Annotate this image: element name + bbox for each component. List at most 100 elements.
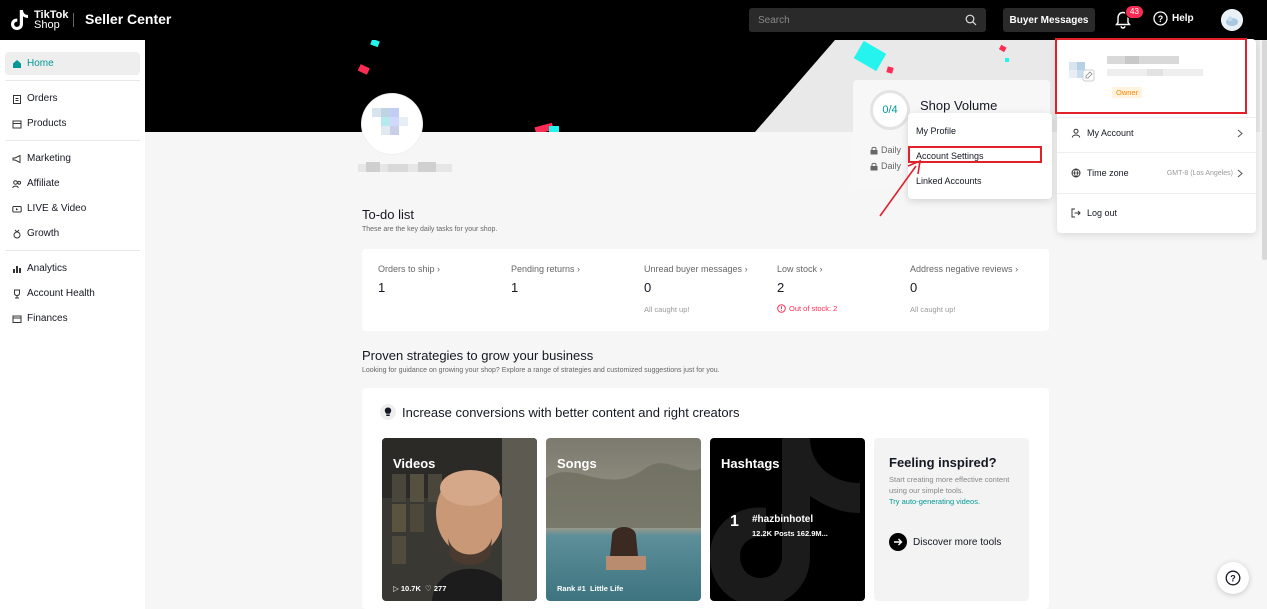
tiktok-logo-icon (11, 10, 28, 30)
chevron-right-icon (1237, 169, 1243, 177)
floating-help-button[interactable]: ? (1217, 562, 1249, 594)
tile-hashtags[interactable]: Hashtags 1 #hazbinhotel 12.2K Posts 162.… (710, 438, 865, 601)
user-avatar[interactable] (1221, 9, 1243, 31)
sidebar-item-affiliate[interactable]: Affiliate (5, 172, 140, 195)
account-divider (1057, 193, 1256, 194)
todo-warning: Out of stock: 2 (777, 304, 837, 313)
logo-text: TikTok Shop (34, 9, 69, 31)
sidebar-item-live-video[interactable]: LIVE & Video (5, 197, 140, 220)
help-circle-icon: ? (1225, 570, 1241, 586)
logo-divider (73, 13, 74, 27)
account-divider (1057, 117, 1256, 118)
todo-unread-messages[interactable]: Unread buyer messages › 0 (644, 264, 748, 295)
account-settings-highlight (908, 146, 1042, 163)
lock-icon (870, 146, 878, 154)
box-icon (12, 120, 22, 128)
buyer-messages-button[interactable]: Buyer Messages (1003, 8, 1095, 32)
search-input[interactable] (758, 14, 965, 26)
todo-negative-reviews[interactable]: Address negative reviews › 0 (910, 264, 1018, 295)
hashtag-name: #hazbinhotel (752, 514, 814, 525)
todo-value: 1 (378, 280, 386, 295)
todo-label: Unread buyer messages › (644, 264, 748, 274)
tiktok-shop-logo[interactable]: TikTok Shop (10, 8, 68, 32)
tile-title: Videos (393, 456, 436, 471)
tile-stats: ▷ 10.7K ♡ 277 (393, 584, 447, 593)
todo-orders-to-ship[interactable]: Orders to ship › 1 (378, 264, 440, 295)
sidebar-item-finances[interactable]: Finances (5, 307, 140, 330)
sidebar-divider (5, 250, 140, 251)
video-icon (12, 205, 22, 212)
todo-label: Address negative reviews › (910, 264, 1019, 274)
todo-label: Low stock › (777, 264, 823, 274)
sidebar-item-products[interactable]: Products (5, 112, 140, 135)
search-box[interactable] (749, 8, 986, 32)
sidebar-divider (5, 140, 140, 141)
my-account-row[interactable]: My Account (1071, 128, 1243, 138)
todo-label: Orders to ship › (378, 264, 441, 274)
discover-more-tools-button[interactable]: Discover more tools (889, 533, 1001, 551)
todo-value: 0 (644, 280, 652, 295)
tile-songs[interactable]: Songs Rank #1 Little Life (546, 438, 701, 601)
shop-volume-title: Shop Volume (920, 98, 998, 113)
todo-low-stock[interactable]: Low stock › 2 (777, 264, 823, 295)
sidebar-item-label: Affiliate (27, 178, 60, 189)
sidebar-item-orders[interactable]: Orders (5, 87, 140, 110)
search-icon[interactable] (965, 14, 977, 26)
todo-note: All caught up! (910, 305, 956, 314)
page-scrollbar[interactable] (1262, 40, 1267, 260)
tile-feeling-inspired: Feeling inspired? Start creating more ef… (874, 438, 1029, 601)
account-divider (1057, 152, 1256, 153)
todo-pending-returns[interactable]: Pending returns › 1 (511, 264, 580, 295)
sidebar-item-label: Account Health (27, 288, 95, 299)
sidebar-item-label: Growth (27, 228, 60, 239)
clipboard-icon (13, 94, 21, 104)
app-title: Seller Center (85, 11, 172, 27)
todo-note: All caught up! (644, 305, 690, 314)
sidebar-item-label: Products (27, 118, 67, 129)
shop-avatar[interactable] (362, 94, 422, 154)
sidebar-item-label: Orders (27, 93, 58, 104)
top-bar: TikTok Shop Seller Center Buyer Messages… (0, 0, 1267, 40)
account-info-highlight (1055, 38, 1247, 114)
svg-text:?: ? (1230, 574, 1236, 584)
sidebar-item-growth[interactable]: Growth (5, 222, 140, 245)
logout-icon (1071, 208, 1081, 218)
trophy-icon (14, 289, 20, 298)
log-out-row[interactable]: Log out (1071, 208, 1243, 218)
strategy-card-title: Increase conversions with better content… (402, 405, 740, 420)
tile-title: Songs (557, 456, 597, 471)
shop-volume-progress-ring: 0/4 (870, 90, 910, 130)
strategies-title: Proven strategies to grow your business (362, 348, 594, 363)
user-icon (1071, 128, 1081, 138)
todo-value: 2 (777, 280, 785, 295)
sidebar-divider (5, 80, 140, 81)
help-label: Help (1172, 13, 1194, 24)
help-circle-icon: ? (1153, 11, 1168, 26)
todo-value: 1 (511, 280, 519, 295)
todo-subtitle: These are the key daily tasks for your s… (362, 226, 498, 233)
sidebar-item-marketing[interactable]: Marketing (5, 147, 140, 170)
wallet-icon (12, 315, 22, 323)
hashtag-rank: 1 (730, 513, 739, 530)
time-zone-row[interactable]: Time zone GMT-8 (Los Angeles) (1071, 168, 1243, 178)
todo-value: 0 (910, 280, 918, 295)
inspired-title: Feeling inspired? (889, 455, 997, 470)
tile-videos[interactable]: Videos ▷ 10.7K ♡ 277 (382, 438, 537, 601)
sidebar-item-label: LIVE & Video (27, 203, 87, 214)
medal-icon (13, 229, 21, 238)
sidebar-item-account-health[interactable]: Account Health (5, 282, 140, 305)
strategies-subtitle: Looking for guidance on growing your sho… (362, 367, 720, 374)
shop-volume-locked-row: Daily (870, 145, 901, 155)
sidebar-item-analytics[interactable]: Analytics (5, 257, 140, 280)
svg-text:?: ? (1158, 14, 1164, 24)
bar-chart-icon (13, 265, 21, 273)
menu-item-my-profile[interactable]: My Profile (916, 126, 956, 136)
annotation-arrow-icon (879, 159, 922, 217)
arrow-right-circle-icon (889, 533, 907, 551)
inspired-text: Start creating more effective content us… (889, 475, 1010, 495)
auto-generate-link[interactable]: Try auto-generating videos. (889, 497, 980, 506)
avatar-image (1221, 9, 1243, 31)
sidebar-item-label: Marketing (27, 153, 71, 164)
sidebar-item-home[interactable]: Home (5, 52, 140, 75)
help-button[interactable]: ? Help (1153, 11, 1194, 26)
